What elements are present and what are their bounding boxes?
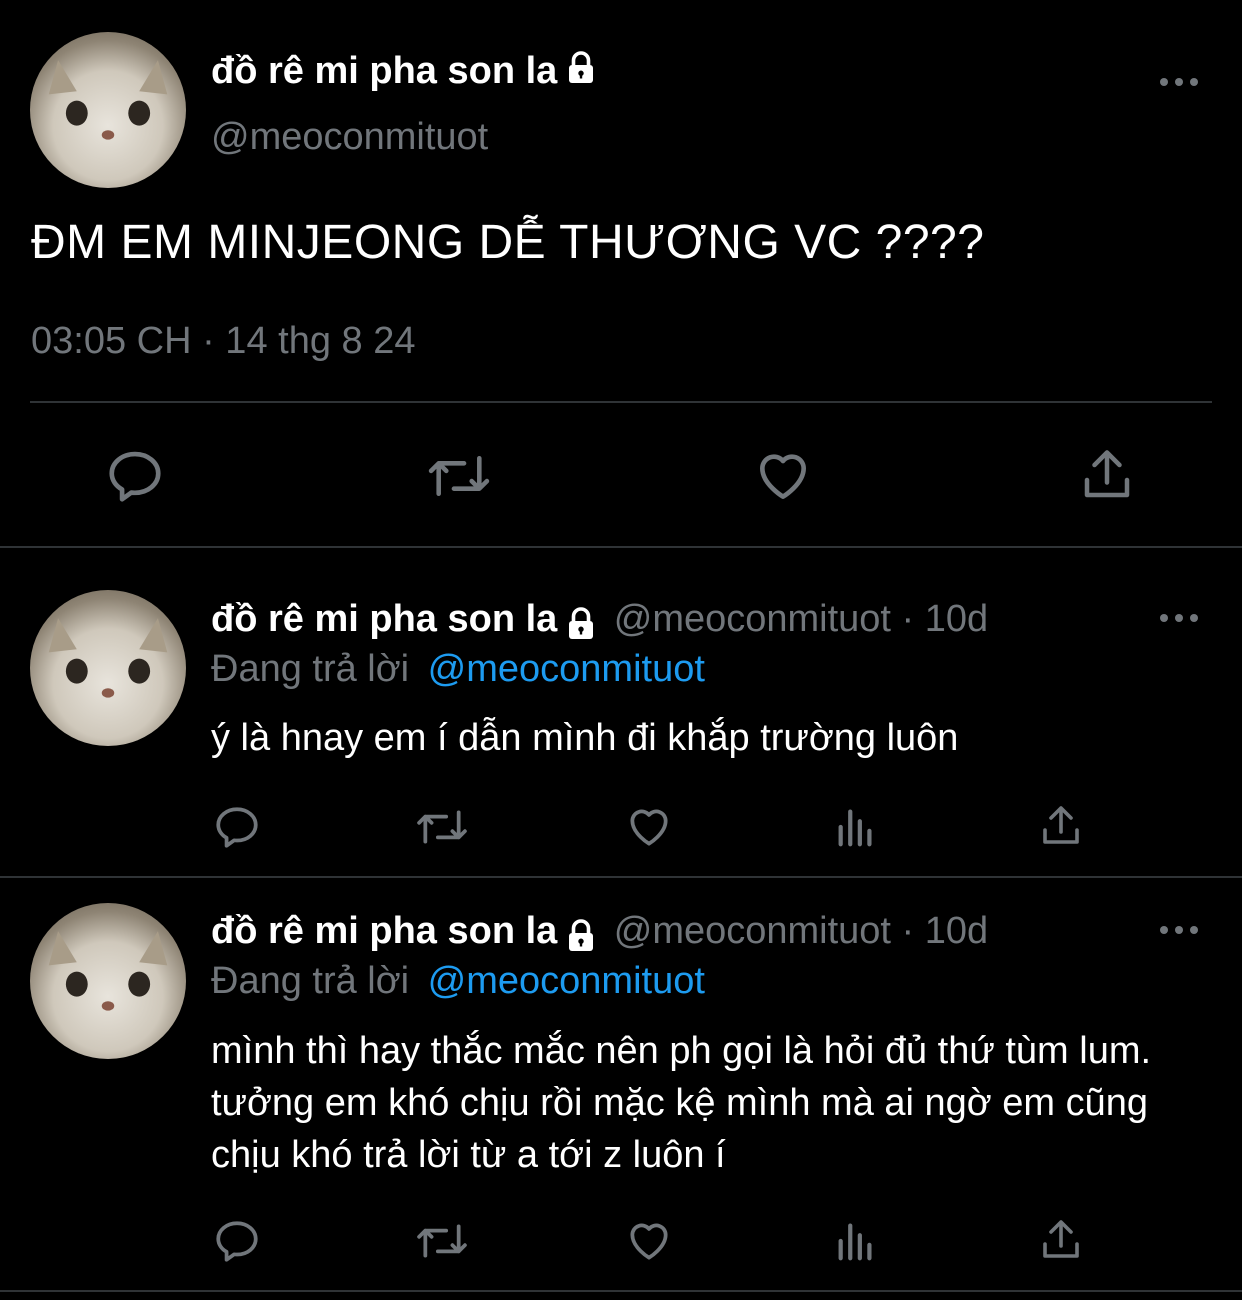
lock-icon xyxy=(563,50,599,96)
avatar[interactable] xyxy=(30,32,186,188)
reply-icon[interactable] xyxy=(212,802,262,852)
views-icon[interactable] xyxy=(832,1218,880,1264)
views-icon[interactable] xyxy=(832,804,880,850)
divider xyxy=(30,401,1212,403)
more-icon[interactable] xyxy=(1159,920,1199,945)
divider xyxy=(0,876,1242,878)
reply-icon[interactable] xyxy=(212,1216,262,1266)
replying-to-label: Đang trả lời xyxy=(211,648,410,690)
handle-and-time[interactable]: @meoconmituot · 10d xyxy=(614,910,988,952)
reply-text: ý là hnay em í dẫn mình đi khắp trường l… xyxy=(211,717,959,759)
more-icon[interactable] xyxy=(1159,72,1199,97)
display-name[interactable]: đồ rê mi pha son la xyxy=(211,598,557,640)
like-icon[interactable] xyxy=(752,445,814,507)
share-icon[interactable] xyxy=(1037,1216,1085,1264)
replying-to-label: Đang trả lời xyxy=(211,960,410,1002)
display-name[interactable]: đồ rê mi pha son la xyxy=(211,910,557,952)
retweet-icon[interactable] xyxy=(414,802,470,852)
reply-icon[interactable] xyxy=(104,445,166,507)
divider xyxy=(0,1290,1242,1292)
replying-to-handle[interactable]: @meoconmituot xyxy=(428,960,705,1002)
more-icon[interactable] xyxy=(1159,608,1199,633)
share-icon[interactable] xyxy=(1037,802,1085,850)
display-name[interactable]: đồ rê mi pha son la xyxy=(211,50,599,96)
retweet-icon[interactable] xyxy=(426,445,492,507)
replying-to-handle[interactable]: @meoconmituot xyxy=(428,648,705,690)
lock-icon xyxy=(563,606,599,647)
reply-text: mình thì hay thắc mắc nên ph gọi là hỏi … xyxy=(211,1030,1152,1176)
replying-to: Đang trả lời @meoconmituot xyxy=(211,648,705,691)
like-icon[interactable] xyxy=(624,1216,674,1266)
avatar[interactable] xyxy=(30,590,186,746)
handle-and-time[interactable]: @meoconmituot · 10d xyxy=(614,598,988,640)
lock-icon xyxy=(563,918,599,959)
share-icon[interactable] xyxy=(1077,445,1137,505)
like-icon[interactable] xyxy=(624,802,674,852)
replying-to: Đang trả lời @meoconmituot xyxy=(211,960,705,1003)
divider xyxy=(0,546,1242,548)
avatar[interactable] xyxy=(30,903,186,1059)
reply-header: đồ rê mi pha son la @meoconmituot · 10d xyxy=(211,598,988,647)
tweet-text: ĐM EM MINJEONG DỄ THƯƠNG VC ???? xyxy=(31,216,985,269)
timestamp[interactable]: 03:05 CH · 14 thg 8 24 xyxy=(31,320,415,363)
handle[interactable]: @meoconmituot xyxy=(211,116,488,159)
reply-header: đồ rê mi pha son la @meoconmituot · 10d xyxy=(211,910,988,959)
retweet-icon[interactable] xyxy=(414,1216,470,1266)
